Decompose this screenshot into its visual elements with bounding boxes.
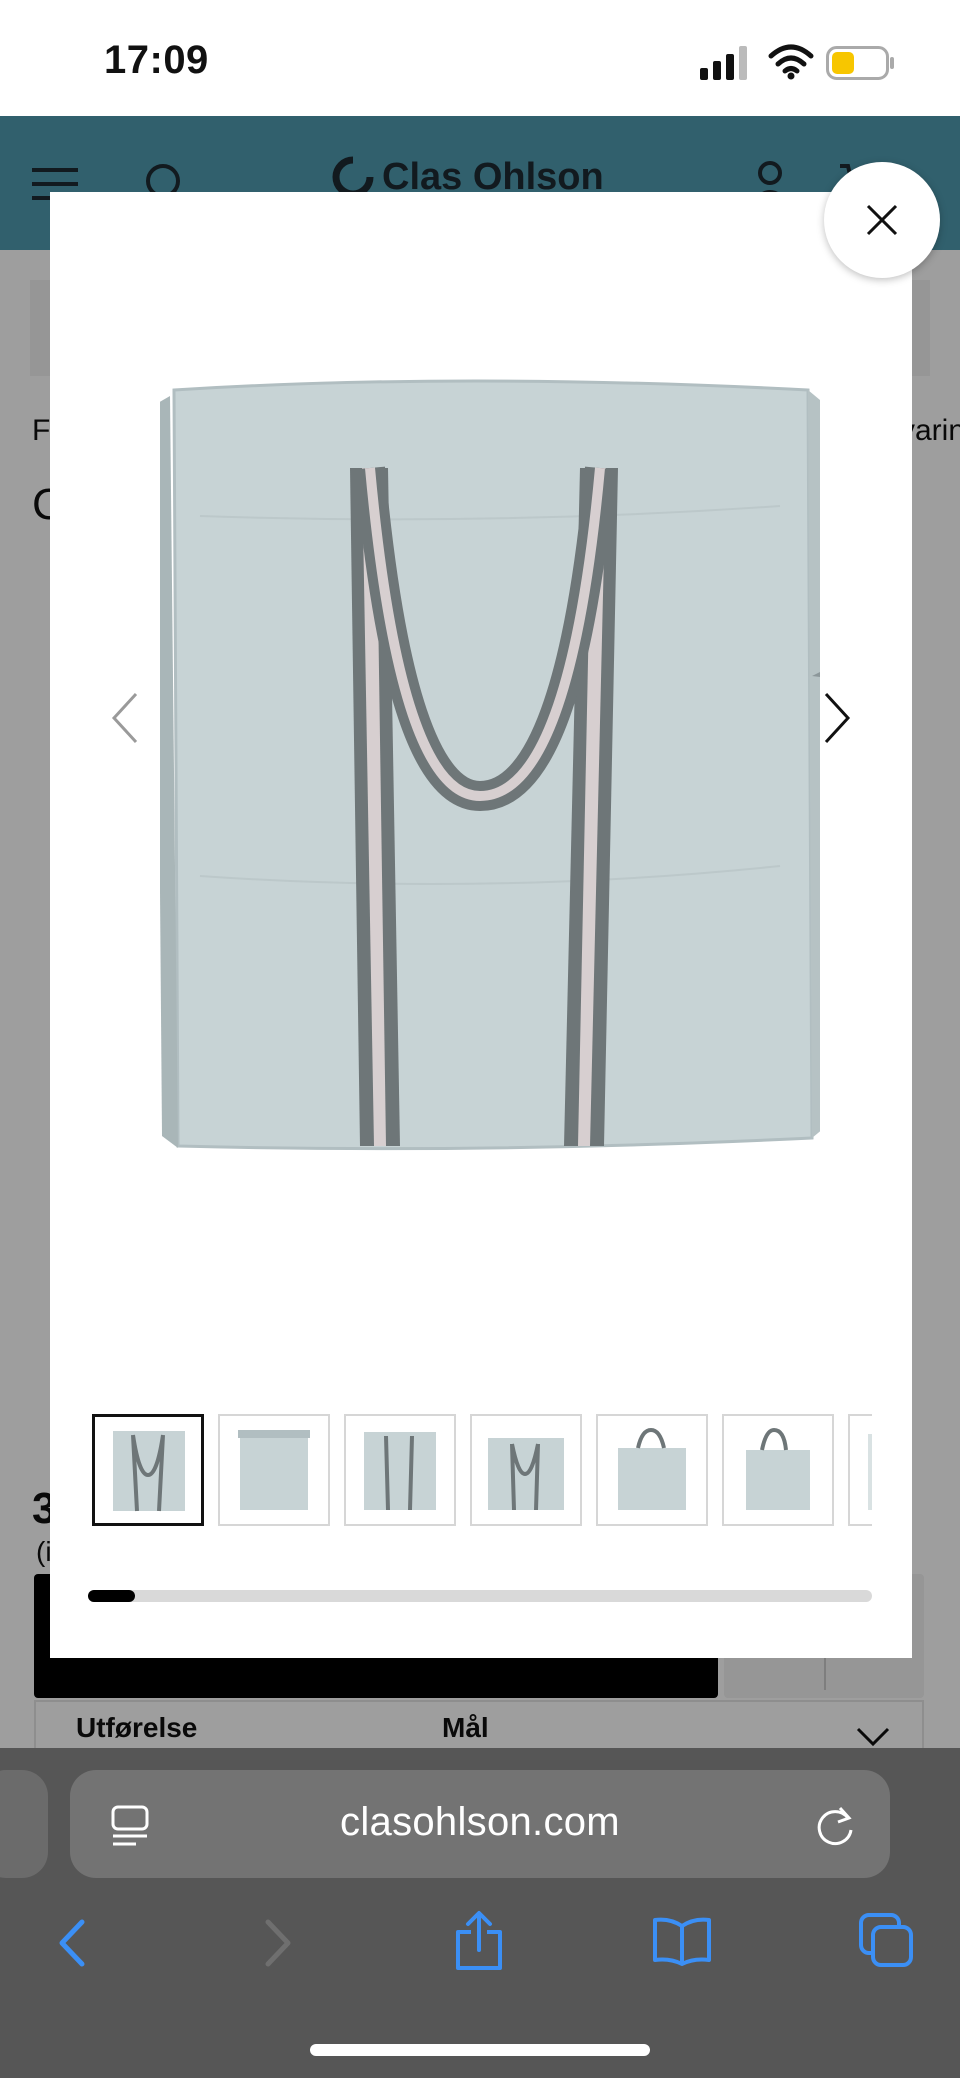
- reload-icon[interactable]: [814, 1804, 856, 1846]
- back-icon[interactable]: [56, 1918, 86, 1968]
- page-menu-icon[interactable]: [110, 1804, 150, 1846]
- thumbnail-7[interactable]: [848, 1414, 872, 1526]
- share-icon[interactable]: [454, 1910, 504, 1970]
- thumbnail-2[interactable]: [218, 1414, 330, 1526]
- thumbnail-strip: [92, 1414, 872, 1530]
- previous-tab-peek[interactable]: [0, 1770, 48, 1878]
- thumbnail-1[interactable]: [92, 1414, 204, 1526]
- chevron-right-icon[interactable]: [816, 690, 856, 746]
- status-time: 17:09: [104, 38, 209, 82]
- gallery-scroll-progress-fill: [88, 1590, 135, 1602]
- bag-thumbnail-icon: [488, 1438, 564, 1511]
- close-icon: [866, 204, 898, 236]
- thumbnail-3[interactable]: [344, 1414, 456, 1526]
- thumbnail-4[interactable]: [470, 1414, 582, 1526]
- bag-thumbnail-icon: [238, 1430, 310, 1510]
- wifi-icon: [768, 44, 814, 80]
- thumbnail-5[interactable]: [596, 1414, 708, 1526]
- bag-thumbnail-icon: [746, 1427, 810, 1510]
- bag-thumbnail-icon: [113, 1431, 185, 1512]
- bag-thumbnail-icon: [868, 1434, 872, 1510]
- url-text[interactable]: clasohlson.com: [180, 1800, 780, 1845]
- chevron-left-icon[interactable]: [106, 690, 146, 746]
- forward-icon: [265, 1919, 291, 1967]
- tabs-icon[interactable]: [858, 1912, 914, 1968]
- status-bar: 17:09: [0, 0, 960, 116]
- gallery-scroll-progress[interactable]: [88, 1590, 872, 1602]
- signal-icon: [700, 46, 747, 80]
- close-button[interactable]: [824, 162, 940, 278]
- bookmarks-icon[interactable]: [652, 1916, 712, 1966]
- thumbnail-6[interactable]: [722, 1414, 834, 1526]
- battery-icon: [826, 46, 894, 80]
- product-image[interactable]: [160, 376, 820, 1176]
- bag-thumbnail-icon: [364, 1432, 436, 1511]
- home-indicator[interactable]: [310, 2044, 650, 2056]
- bag-thumbnail-icon: [618, 1427, 686, 1510]
